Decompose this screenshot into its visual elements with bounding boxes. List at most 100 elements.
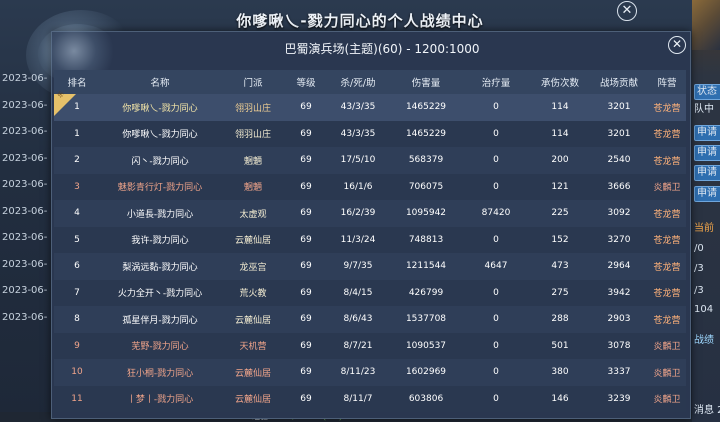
heal-cell: 0 [462, 120, 530, 147]
hits-cell: 146 [530, 385, 590, 412]
damage-cell: 1537708 [390, 306, 462, 333]
col-header-kda[interactable]: 杀/死/助 [326, 70, 390, 94]
kda-cell: 17/5/10 [326, 147, 390, 174]
name-cell: 小道長-戮力同心 [100, 200, 220, 227]
apply-button[interactable]: 申请 [694, 165, 720, 181]
camp-cell: 炎麟卫 [648, 385, 686, 412]
rank-cell: 4 [54, 200, 100, 227]
col-header-contribution[interactable]: 战场贡献 [590, 70, 648, 94]
counter-text: /0 [694, 243, 704, 254]
table-row[interactable]: 5 我许-戮力同心 云麓仙居 69 11/3/24 748813 0 152 3… [54, 226, 686, 253]
right-side-panel: 状态 队中 申请 申请 申请 申请 当前 /0 /3 /3 104 战绩 消息 … [692, 0, 720, 422]
dialog-close-button[interactable]: ✕ [668, 36, 686, 54]
kda-cell: 16/2/39 [326, 200, 390, 227]
table-row[interactable]: 9 芜野-戮力同心 天机营 69 8/7/21 1090537 0 501 30… [54, 332, 686, 359]
rank-cell: 3 [54, 173, 100, 200]
sect-cell: 云麓仙居 [220, 306, 286, 333]
table-row[interactable]: 8 孤星伴月-戮力同心 云麓仙居 69 8/6/43 1537708 0 288… [54, 306, 686, 333]
camp-cell: 苍龙营 [648, 226, 686, 253]
hits-cell: 114 [530, 94, 590, 121]
col-header-hits[interactable]: 承伤次数 [530, 70, 590, 94]
outer-window-title: 你嗲啾乀-戮力同心的个人战绩中心 [236, 12, 484, 30]
hits-cell: 121 [530, 173, 590, 200]
damage-cell: 568379 [390, 147, 462, 174]
sect-cell: 太虚观 [220, 200, 286, 227]
level-cell: 69 [286, 200, 326, 227]
heal-cell: 0 [462, 147, 530, 174]
rank-cell: 5 [54, 226, 100, 253]
rank-cell: 10 [54, 359, 100, 386]
table-row[interactable]: 11 丨梦丨-戮力同心 云麓仙居 69 8/11/7 603806 0 146 … [54, 385, 686, 412]
name-cell: 火力全开丶-戮力同心 [100, 279, 220, 306]
hits-cell: 200 [530, 147, 590, 174]
outer-close-button[interactable]: ✕ [617, 1, 637, 21]
table-row[interactable]: 4 小道長-戮力同心 太虚观 69 16/2/39 1095942 87420 … [54, 200, 686, 227]
col-header-sect[interactable]: 门派 [220, 70, 286, 94]
col-header-camp[interactable]: 阵营 [648, 70, 686, 94]
contribution-cell: 3078 [590, 332, 648, 359]
hits-cell: 288 [530, 306, 590, 333]
heal-cell: 0 [462, 332, 530, 359]
apply-button[interactable]: 申请 [694, 186, 720, 202]
counter-text: 104 [694, 304, 714, 315]
heal-cell: 0 [462, 94, 530, 121]
camp-cell: 苍龙营 [648, 94, 686, 121]
table-row[interactable]: 7 火力全开丶-戮力同心 荒火教 69 8/4/15 426799 0 275 … [54, 279, 686, 306]
status-button[interactable]: 状态 [694, 84, 720, 100]
apply-button[interactable]: 申请 [694, 125, 720, 141]
contribution-cell: 2540 [590, 147, 648, 174]
contribution-cell: 3270 [590, 226, 648, 253]
table-row[interactable]: 1 你嗲啾乀-戮力同心 翎羽山庄 69 43/3/35 1465229 0 11… [54, 120, 686, 147]
message-label[interactable]: 消息 2 [694, 404, 720, 418]
contribution-cell: 3239 [590, 385, 648, 412]
hits-cell: 225 [530, 200, 590, 227]
col-header-level[interactable]: 等级 [286, 70, 326, 94]
counter-text: /3 [694, 285, 704, 296]
kda-cell: 9/7/35 [326, 253, 390, 280]
contribution-cell: 2903 [590, 306, 648, 333]
sect-cell: 魍魉 [220, 147, 286, 174]
col-header-damage[interactable]: 伤害量 [390, 70, 462, 94]
table-row[interactable]: 2 闪丶-戮力同心 魍魉 69 17/5/10 568379 0 200 254… [54, 147, 686, 174]
sect-cell: 荒火教 [220, 279, 286, 306]
battle-record-label[interactable]: 战绩 [694, 334, 720, 348]
name-cell: 梨涡远黏-戮力同心 [100, 253, 220, 280]
sect-cell: 云麓仙居 [220, 359, 286, 386]
hits-cell: 473 [530, 253, 590, 280]
level-cell: 69 [286, 226, 326, 253]
name-cell: 我许-戮力同心 [100, 226, 220, 253]
table-row[interactable]: 10 狂小桐-戮力同心 云麓仙居 69 8/11/23 1602969 0 38… [54, 359, 686, 386]
col-header-heal[interactable]: 治疗量 [462, 70, 530, 94]
table-row[interactable]: 3 魅影青行灯-戮力同心 魍魉 69 16/1/6 706075 0 121 3… [54, 173, 686, 200]
table-header-row: 排名 名称 门派 等级 杀/死/助 伤害量 治疗量 承伤次数 战场贡献 阵营 [54, 70, 686, 94]
heal-cell: 87420 [462, 200, 530, 227]
kda-cell: 43/3/35 [326, 120, 390, 147]
kda-cell: 8/4/15 [326, 279, 390, 306]
name-cell: 魅影青行灯-戮力同心 [100, 173, 220, 200]
character-portrait [692, 0, 720, 50]
camp-cell: 炎麟卫 [648, 173, 686, 200]
rank-cell: 2 [54, 147, 100, 174]
camp-cell: 苍龙营 [648, 279, 686, 306]
camp-cell: 苍龙营 [648, 200, 686, 227]
level-cell: 69 [286, 385, 326, 412]
col-header-name[interactable]: 名称 [100, 70, 220, 94]
damage-cell: 1095942 [390, 200, 462, 227]
damage-cell: 1465229 [390, 120, 462, 147]
level-cell: 69 [286, 279, 326, 306]
heal-cell: 0 [462, 385, 530, 412]
contribution-cell: 3092 [590, 200, 648, 227]
name-cell: 狂小桐-戮力同心 [100, 359, 220, 386]
heal-cell: 4647 [462, 253, 530, 280]
table-row[interactable]: 6 梨涡远黏-戮力同心 龙巫宫 69 9/7/35 1211544 4647 4… [54, 253, 686, 280]
sect-cell: 天机营 [220, 332, 286, 359]
apply-button[interactable]: 申请 [694, 145, 720, 161]
hits-cell: 152 [530, 226, 590, 253]
team-label: 队中 [694, 104, 714, 115]
sect-cell: 翎羽山庄 [220, 94, 286, 121]
level-cell: 69 [286, 94, 326, 121]
hits-cell: 501 [530, 332, 590, 359]
table-row[interactable]: 1 你嗲啾乀-戮力同心 翎羽山庄 69 43/3/35 1465229 0 11… [54, 94, 686, 121]
camp-cell: 炎麟卫 [648, 332, 686, 359]
hits-cell: 275 [530, 279, 590, 306]
